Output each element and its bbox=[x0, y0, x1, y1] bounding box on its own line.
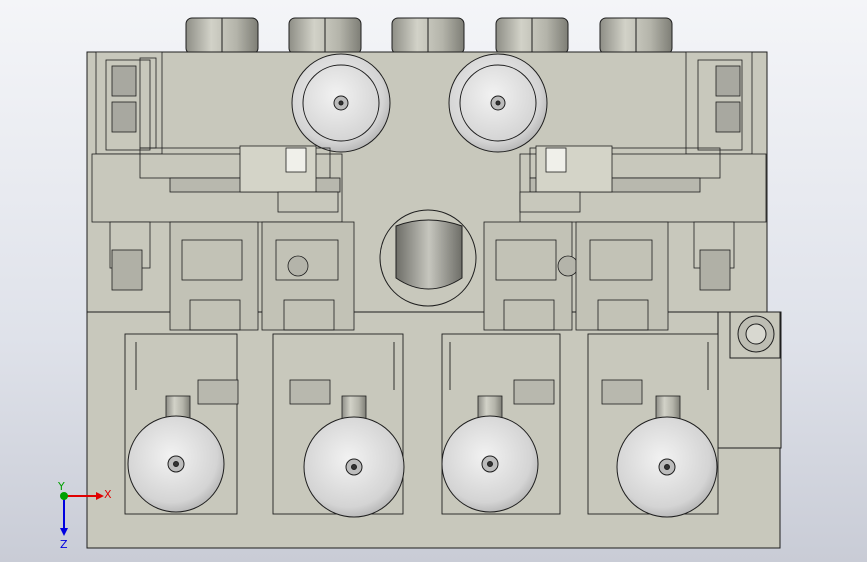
cad-viewport[interactable]: X Y Z bbox=[0, 0, 867, 562]
top-cylinders bbox=[185, 17, 673, 55]
side-knob bbox=[729, 311, 781, 359]
x-axis-label: X bbox=[104, 488, 112, 501]
feeder-module bbox=[483, 221, 573, 331]
z-axis-label: Z bbox=[60, 538, 68, 551]
y-axis-label: Y bbox=[57, 480, 65, 493]
feeder-module bbox=[169, 221, 259, 331]
center-window bbox=[379, 209, 477, 307]
y-axis-dot bbox=[60, 492, 68, 500]
